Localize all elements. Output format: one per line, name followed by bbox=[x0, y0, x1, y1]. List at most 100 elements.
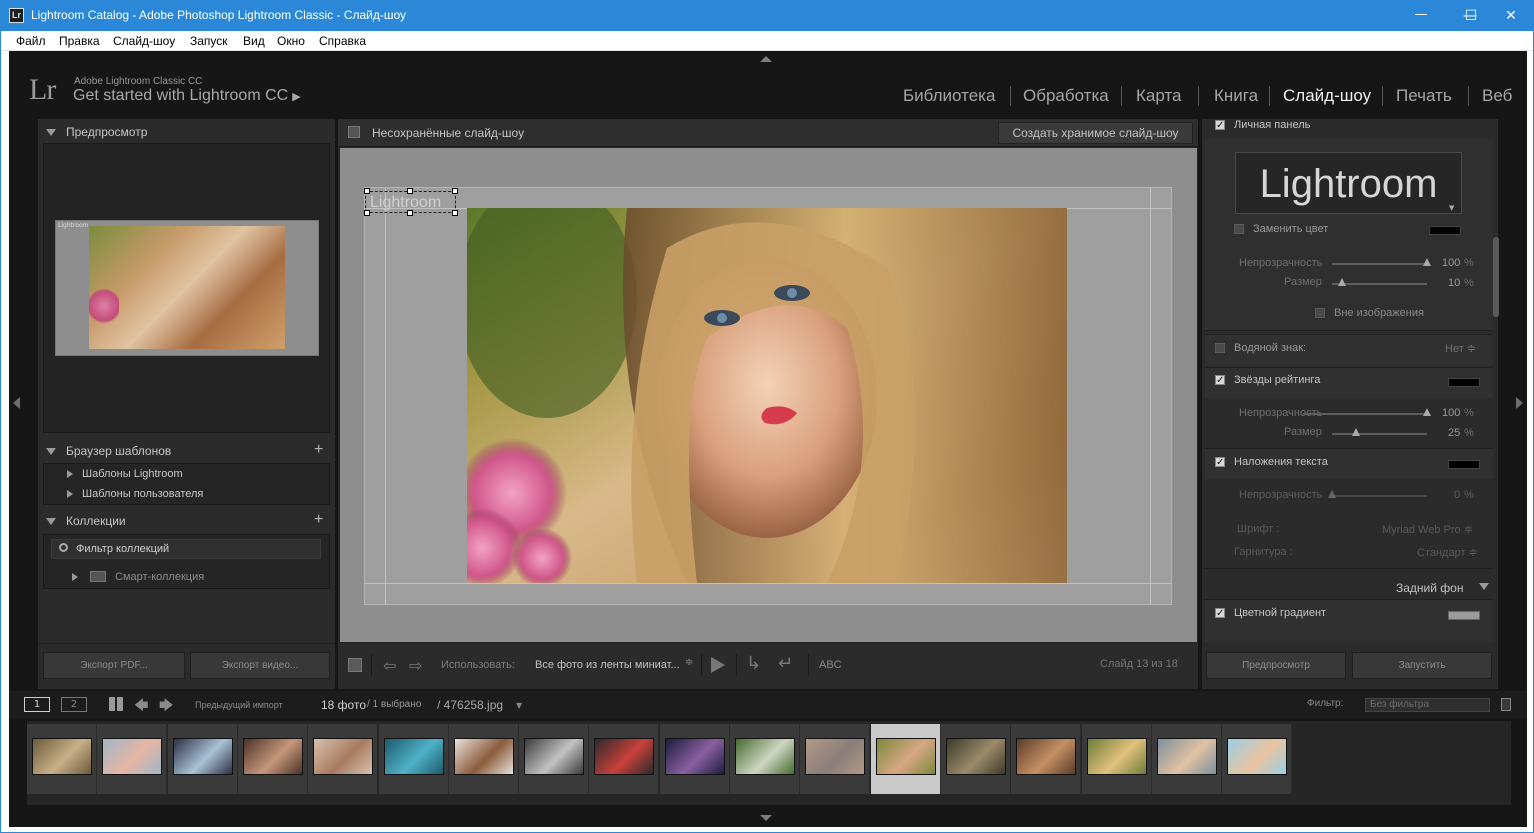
get-started-link[interactable]: Get started with Lightroom CC ▶ bbox=[73, 87, 301, 105]
rotate-left-icon[interactable]: ↵ bbox=[778, 653, 793, 674]
module-map[interactable]: Карта bbox=[1136, 86, 1182, 106]
smart-collection-item[interactable]: Смарт-коллекция bbox=[115, 571, 204, 583]
slide-photo[interactable] bbox=[467, 208, 1067, 583]
filmstrip-thumbnail[interactable] bbox=[1222, 724, 1293, 794]
forward-arrow-icon[interactable]: 🡆 bbox=[159, 695, 173, 719]
filmstrip-thumbnail[interactable] bbox=[27, 724, 97, 794]
slider-thumb[interactable] bbox=[1423, 258, 1431, 266]
close-button[interactable]: ✕ bbox=[1491, 1, 1531, 31]
preview-panel-header[interactable]: Предпросмотр bbox=[38, 121, 335, 143]
filmstrip-thumbnail[interactable] bbox=[97, 724, 168, 794]
filename-dropdown-icon[interactable]: ▼ bbox=[516, 701, 522, 710]
template-browser-header[interactable]: Браузер шаблонов + bbox=[38, 440, 335, 462]
replace-color-swatch[interactable] bbox=[1429, 226, 1461, 235]
replace-color-checkbox[interactable] bbox=[1234, 224, 1244, 234]
filter-dropdown[interactable]: Без фильтра bbox=[1365, 698, 1490, 712]
personal-panel-checkbox[interactable]: ✓ bbox=[1215, 120, 1225, 131]
add-text-abc-button[interactable]: ABC bbox=[819, 659, 842, 671]
text-overlays-color-swatch[interactable] bbox=[1448, 460, 1480, 469]
collapse-filmstrip-arrow-icon[interactable] bbox=[760, 815, 772, 821]
watermark-checkbox[interactable] bbox=[1215, 343, 1225, 353]
export-pdf-button[interactable]: Экспорт PDF... bbox=[43, 652, 185, 679]
filmstrip-thumbnail[interactable] bbox=[1151, 724, 1222, 794]
font-face-dropdown[interactable]: Стандарт ≑ bbox=[1417, 546, 1478, 559]
use-source-dropdown[interactable]: Все фото из ленты миниат... bbox=[535, 659, 680, 671]
resize-handle[interactable] bbox=[407, 188, 413, 194]
resize-handle[interactable] bbox=[452, 210, 458, 216]
preview-button[interactable]: Предпросмотр bbox=[1206, 652, 1346, 679]
collapse-right-panel-arrow-icon[interactable] bbox=[1516, 397, 1523, 409]
identity-size-slider[interactable] bbox=[1332, 283, 1427, 285]
collections-header[interactable]: Коллекции + bbox=[38, 510, 335, 532]
slider-thumb[interactable] bbox=[1423, 408, 1431, 416]
add-template-plus-icon[interactable]: + bbox=[314, 442, 323, 458]
previous-slide-arrow-icon[interactable]: ⇦ bbox=[383, 656, 396, 675]
filmstrip-thumbnail[interactable] bbox=[237, 724, 308, 794]
font-dropdown[interactable]: Myriad Web Pro ≑ bbox=[1382, 523, 1473, 536]
filmstrip-thumbnail[interactable] bbox=[800, 724, 871, 794]
stars-size-value[interactable]: 25 bbox=[1448, 427, 1460, 439]
collapse-triangle-icon[interactable] bbox=[1479, 583, 1489, 590]
add-collection-plus-icon[interactable]: + bbox=[314, 512, 323, 528]
rating-stars-checkbox[interactable]: ✓ bbox=[1215, 375, 1225, 386]
menu-help[interactable]: Справка bbox=[319, 34, 366, 48]
filmstrip-thumbnail[interactable] bbox=[167, 724, 238, 794]
module-book[interactable]: Книга bbox=[1214, 86, 1258, 106]
right-panel-scrollbar[interactable] bbox=[1493, 237, 1499, 317]
resize-handle[interactable] bbox=[407, 210, 413, 216]
collapse-top-panel-arrow-icon[interactable] bbox=[760, 56, 772, 62]
filmstrip-thumbnail[interactable] bbox=[730, 724, 800, 794]
color-gradient-swatch[interactable] bbox=[1448, 611, 1480, 620]
stop-icon[interactable] bbox=[348, 658, 362, 672]
filmstrip-thumbnail[interactable] bbox=[448, 724, 519, 794]
filmstrip-thumbnail[interactable] bbox=[378, 724, 449, 794]
menu-window[interactable]: Окно bbox=[277, 34, 305, 48]
export-video-button[interactable]: Экспорт видео... bbox=[190, 652, 330, 679]
slider-thumb[interactable] bbox=[1351, 428, 1360, 436]
identity-plate-overlay-text[interactable]: Lightroom bbox=[370, 194, 441, 212]
stars-opacity-slider[interactable] bbox=[1303, 413, 1427, 415]
filmstrip-thumbnail[interactable] bbox=[1081, 724, 1152, 794]
filmstrip-thumbnail[interactable] bbox=[1011, 724, 1082, 794]
expand-triangle-icon[interactable] bbox=[67, 470, 73, 478]
color-gradient-checkbox[interactable]: ✓ bbox=[1215, 608, 1225, 619]
resize-handle[interactable] bbox=[364, 188, 370, 194]
current-filename[interactable]: / 476258.jpg bbox=[437, 698, 503, 712]
collapse-left-panel-arrow-icon[interactable] bbox=[13, 397, 20, 409]
maximize-button[interactable]: ☐ bbox=[1451, 1, 1491, 31]
create-saved-slideshow-button[interactable]: Создать хранимое слайд-шоу bbox=[998, 122, 1193, 144]
next-slide-arrow-icon[interactable]: ⇨ bbox=[409, 656, 422, 675]
filmstrip-thumbnail[interactable] bbox=[519, 724, 590, 794]
slider-thumb[interactable] bbox=[1328, 490, 1336, 498]
main-window-1-button[interactable]: 1 bbox=[24, 697, 50, 712]
play-slideshow-button[interactable]: Запустить bbox=[1352, 652, 1492, 679]
menu-play[interactable]: Запуск bbox=[190, 34, 228, 48]
text-opacity-slider[interactable] bbox=[1332, 495, 1427, 497]
identity-opacity-value[interactable]: 100 bbox=[1442, 257, 1460, 269]
watermark-dropdown[interactable]: Нет ≑ bbox=[1445, 342, 1476, 355]
resize-handle[interactable] bbox=[364, 210, 370, 216]
menu-edit[interactable]: Правка bbox=[59, 34, 100, 48]
resize-handle[interactable] bbox=[452, 188, 458, 194]
text-opacity-value[interactable]: 0 bbox=[1454, 489, 1460, 501]
minimize-button[interactable]: — bbox=[1401, 1, 1441, 31]
filmstrip-thumbnail[interactable] bbox=[659, 724, 730, 794]
module-web[interactable]: Веб bbox=[1482, 86, 1512, 106]
identity-dropdown-arrow-icon[interactable]: ▼ bbox=[1449, 204, 1454, 212]
menu-slideshow[interactable]: Слайд-шоу bbox=[113, 34, 175, 48]
template-folder-user[interactable]: Шаблоны пользователя bbox=[82, 488, 203, 500]
module-library[interactable]: Библиотека bbox=[903, 86, 995, 106]
identity-size-value[interactable]: 10 bbox=[1448, 277, 1460, 289]
module-print[interactable]: Печать bbox=[1396, 86, 1452, 106]
filmstrip-thumbnail[interactable] bbox=[940, 724, 1011, 794]
second-window-2-button[interactable]: 2 bbox=[61, 697, 87, 712]
slider-thumb[interactable] bbox=[1337, 278, 1346, 286]
filmstrip-source[interactable]: Предыдущий импорт bbox=[195, 700, 283, 710]
rotate-right-icon[interactable]: ↳ bbox=[746, 653, 761, 674]
identity-plate-editor[interactable]: Lightroom bbox=[1235, 152, 1462, 214]
stars-opacity-value[interactable]: 100 bbox=[1442, 407, 1460, 419]
menu-view[interactable]: Вид bbox=[243, 34, 265, 48]
text-overlays-checkbox[interactable]: ✓ bbox=[1215, 457, 1225, 468]
back-arrow-icon[interactable]: 🡄 bbox=[134, 695, 148, 719]
grid-view-icon[interactable] bbox=[109, 697, 123, 711]
